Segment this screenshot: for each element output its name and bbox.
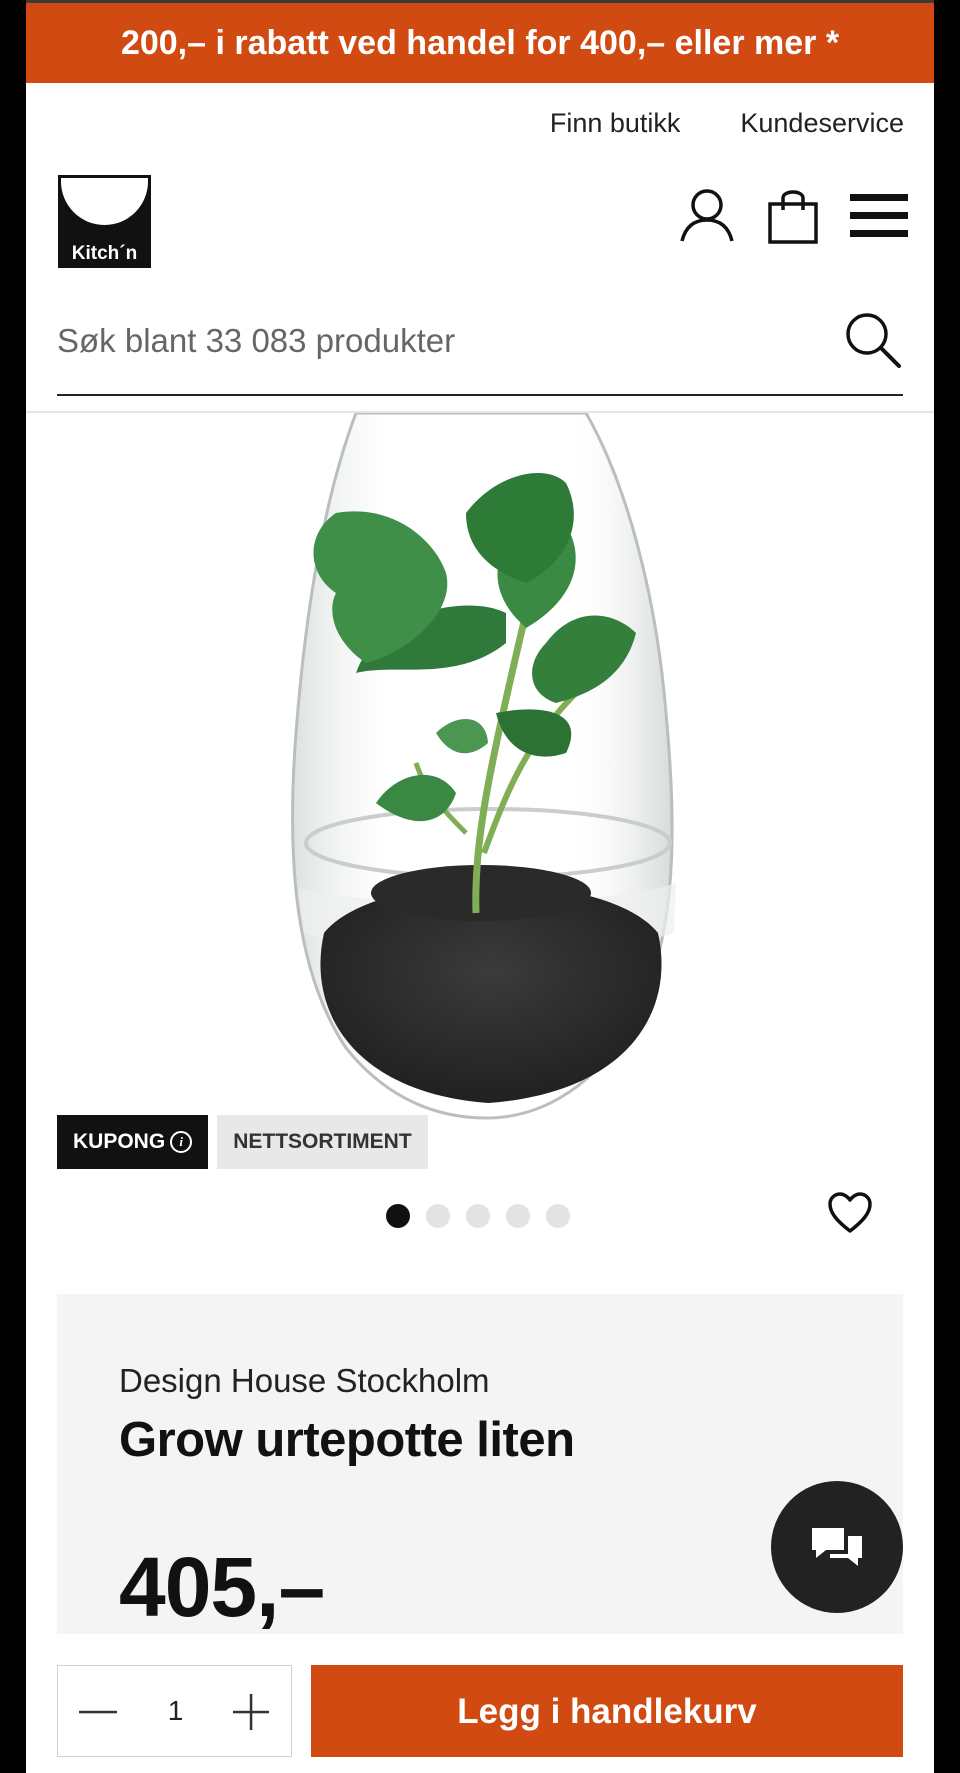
product-brand[interactable]: Design House Stockholm (119, 1362, 490, 1400)
image-dot-2[interactable] (426, 1204, 450, 1228)
search-input[interactable] (57, 316, 817, 366)
logo[interactable]: Kitch´n (58, 175, 151, 268)
heart-icon[interactable] (827, 1191, 873, 1235)
image-dot-4[interactable] (506, 1204, 530, 1228)
user-icon[interactable] (678, 187, 736, 245)
info-icon[interactable]: i (170, 1131, 193, 1153)
header-icons (678, 186, 908, 246)
decrease-quantity-button[interactable] (58, 1666, 138, 1758)
search-bar (57, 298, 903, 396)
quantity-stepper: 1 (57, 1665, 292, 1757)
promo-banner[interactable]: 200,– i rabatt ved handel for 400,– elle… (26, 3, 934, 83)
utility-links: Finn butikk Kundeservice (550, 108, 904, 139)
online-assortment-label: NETTSORTIMENT (233, 1130, 412, 1153)
search-icon[interactable] (843, 310, 903, 370)
image-dot-3[interactable] (466, 1204, 490, 1228)
online-assortment-badge: NETTSORTIMENT (217, 1115, 428, 1169)
logo-text: Kitch´n (71, 243, 138, 264)
page: 200,– i rabatt ved handel for 400,– elle… (26, 0, 934, 1773)
quantity-value[interactable]: 1 (138, 1666, 213, 1758)
hamburger-menu-icon[interactable] (850, 191, 908, 241)
logo-bowl-shape (61, 178, 148, 225)
image-dot-1[interactable] (386, 1204, 410, 1228)
increase-quantity-button[interactable] (211, 1666, 291, 1758)
chat-button[interactable] (771, 1481, 903, 1613)
product-name: Grow urtepotte liten (119, 1413, 575, 1467)
image-dot-5[interactable] (546, 1204, 570, 1228)
customer-service-link[interactable]: Kundeservice (740, 108, 904, 139)
plus-icon (233, 1694, 269, 1730)
chat-bubbles-icon (812, 1528, 862, 1566)
add-to-cart-button[interactable]: Legg i handlekurv (311, 1665, 903, 1757)
product-image[interactable] (226, 413, 766, 1133)
product-price: 405,– (119, 1540, 325, 1634)
coupon-badge-label: KUPONG (73, 1130, 166, 1153)
image-pagination (386, 1204, 570, 1228)
find-store-link[interactable]: Finn butikk (550, 108, 681, 139)
coupon-badge[interactable]: KUPONG i (57, 1115, 209, 1169)
product-badges: KUPONG i NETTSORTIMENT (57, 1115, 428, 1169)
product-info-card: Design House Stockholm Grow urtepotte li… (57, 1294, 903, 1634)
shopping-bag-icon[interactable] (766, 186, 820, 246)
minus-icon (79, 1710, 117, 1714)
